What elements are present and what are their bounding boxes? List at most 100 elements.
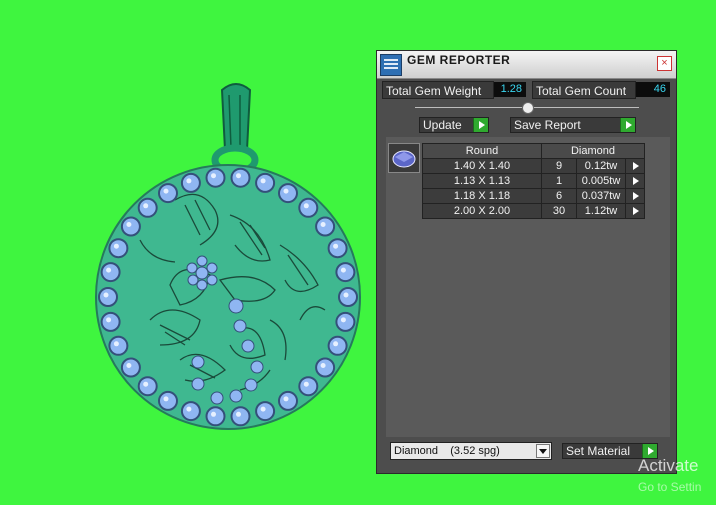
ring-gem bbox=[98, 287, 118, 307]
ring-gem bbox=[315, 216, 336, 237]
gem-highlight bbox=[113, 341, 119, 347]
gem-highlight bbox=[106, 267, 112, 273]
gem-size: 2.00 X 2.00 bbox=[422, 203, 542, 219]
ring-gem bbox=[205, 167, 226, 188]
chevron-down-icon[interactable] bbox=[536, 444, 550, 458]
ring-gem bbox=[108, 335, 129, 356]
ring-gem bbox=[278, 390, 298, 411]
gem-weight: 0.12tw bbox=[576, 158, 626, 174]
ring-gem bbox=[137, 197, 158, 218]
ring-gem bbox=[180, 401, 201, 422]
gem-weight: 0.005tw bbox=[576, 173, 626, 189]
gem-highlight bbox=[163, 188, 169, 194]
update-button[interactable]: Update bbox=[419, 117, 489, 133]
update-label: Update bbox=[423, 118, 462, 132]
material-select[interactable]: Diamond (3.52 spg) bbox=[390, 442, 552, 460]
gem-highlight bbox=[106, 317, 112, 323]
total-weight-label: Total Gem Weight bbox=[382, 81, 494, 99]
gem-reporter-panel: GEM REPORTER × Total Gem Weight 1.28 Tot… bbox=[376, 50, 677, 474]
row-go-button[interactable] bbox=[624, 173, 646, 189]
total-count-label: Total Gem Count bbox=[532, 81, 636, 99]
pendant-disc bbox=[95, 164, 361, 430]
gem-highlight bbox=[333, 243, 339, 249]
play-icon bbox=[473, 118, 488, 132]
ring-gem bbox=[100, 262, 121, 283]
total-count-value: 46 bbox=[636, 82, 670, 97]
slider-handle[interactable] bbox=[522, 102, 534, 114]
table-header-material: Diamond bbox=[540, 143, 646, 159]
gem-highlight bbox=[320, 363, 326, 368]
ring-gem bbox=[120, 357, 141, 378]
ring-gem bbox=[338, 287, 358, 307]
row-go-button[interactable] bbox=[624, 203, 646, 219]
play-icon bbox=[628, 204, 642, 218]
ring-gem bbox=[230, 406, 251, 427]
gem-highlight bbox=[320, 222, 326, 227]
gem-highlight bbox=[113, 243, 119, 249]
table-row[interactable]: 2.00 X 2.00 30 1.12tw bbox=[422, 203, 646, 219]
gem-highlight bbox=[103, 292, 109, 298]
play-icon bbox=[628, 174, 642, 188]
gem-count: 6 bbox=[541, 188, 577, 204]
ring-gem bbox=[278, 183, 298, 204]
save-report-label: Save Report bbox=[514, 118, 581, 132]
activation-watermark-hint: Go to Settin bbox=[638, 480, 702, 494]
gem-highlight bbox=[340, 317, 346, 323]
gem-count: 9 bbox=[541, 158, 577, 174]
table-row[interactable]: 1.18 X 1.18 6 0.037tw bbox=[422, 188, 646, 204]
gem-highlight bbox=[186, 178, 192, 184]
gem-highlight bbox=[211, 173, 216, 179]
ring-gem bbox=[120, 216, 141, 237]
gem-highlight bbox=[340, 267, 346, 273]
gem-highlight bbox=[126, 222, 132, 227]
play-icon bbox=[620, 118, 635, 132]
ring-gem bbox=[327, 335, 348, 356]
gem-highlight bbox=[186, 406, 192, 412]
gem-highlight bbox=[303, 381, 309, 387]
material-select-value: Diamond (3.52 spg) bbox=[394, 445, 500, 457]
play-icon bbox=[628, 189, 642, 203]
ring-gem bbox=[335, 311, 356, 332]
table-row[interactable]: 1.40 X 1.40 9 0.12tw bbox=[422, 158, 646, 174]
total-weight-value: 1.28 bbox=[494, 82, 526, 97]
close-icon[interactable]: × bbox=[657, 56, 672, 71]
panel-title: GEM REPORTER bbox=[407, 53, 511, 67]
panel-titlebar[interactable]: GEM REPORTER × bbox=[377, 51, 676, 79]
row-go-button[interactable] bbox=[624, 158, 646, 174]
gem-size: 1.18 X 1.18 bbox=[422, 188, 542, 204]
gem-weight: 1.12tw bbox=[576, 203, 626, 219]
round-gem-icon bbox=[392, 150, 416, 168]
gem-highlight bbox=[126, 363, 132, 368]
table-row[interactable]: 1.13 X 1.13 1 0.005tw bbox=[422, 173, 646, 189]
ring-gem bbox=[230, 167, 251, 188]
ring-gem bbox=[205, 406, 226, 427]
ring-gem bbox=[255, 401, 276, 422]
gem-highlight bbox=[143, 203, 149, 209]
ring-gem bbox=[255, 172, 276, 193]
gem-highlight bbox=[211, 411, 216, 417]
pendant-bail bbox=[211, 83, 259, 176]
row-go-button[interactable] bbox=[624, 188, 646, 204]
table-header-shape: Round bbox=[422, 143, 542, 159]
gem-highlight bbox=[303, 203, 309, 209]
gem-weight: 0.037tw bbox=[576, 188, 626, 204]
gem-highlight bbox=[163, 396, 169, 402]
gem-highlight bbox=[143, 381, 149, 387]
gem-count: 30 bbox=[541, 203, 577, 219]
ring-gem bbox=[298, 197, 319, 218]
ring-gem bbox=[158, 390, 178, 411]
gem-thumbnail[interactable] bbox=[388, 143, 420, 173]
ring-gem bbox=[180, 172, 201, 193]
gem-table: Round Diamond 1.40 X 1.40 9 0.12tw 1.13 … bbox=[422, 143, 646, 219]
activation-watermark: Activate bbox=[638, 456, 699, 475]
save-report-button[interactable]: Save Report bbox=[510, 117, 636, 133]
gem-highlight bbox=[260, 406, 266, 412]
gem-size: 1.40 X 1.40 bbox=[422, 158, 542, 174]
gem-highlight bbox=[283, 188, 289, 194]
ring-gem bbox=[137, 376, 158, 397]
ring-gem bbox=[335, 262, 356, 283]
play-icon bbox=[628, 159, 642, 173]
gem-highlight bbox=[333, 341, 339, 347]
gem-highlight bbox=[283, 396, 289, 402]
ring-gem bbox=[158, 183, 178, 204]
